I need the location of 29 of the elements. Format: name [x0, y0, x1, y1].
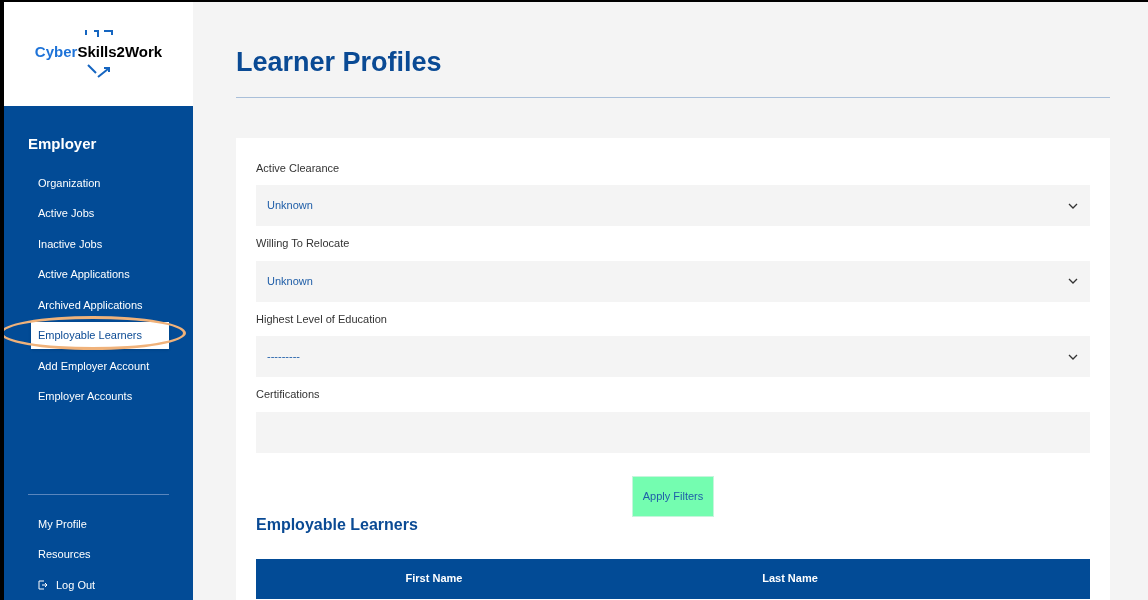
apply-filters-button[interactable]: Apply Filters — [631, 475, 715, 517]
sidebar-item[interactable]: Inactive Jobs — [4, 228, 193, 259]
field-label: Certifications — [256, 387, 321, 402]
sidebar-item[interactable]: Add Employer Account — [4, 350, 193, 381]
field-label: Willing To Relocate — [256, 236, 351, 251]
select-field[interactable]: --------- — [256, 336, 1090, 377]
field-label: Active Clearance — [256, 160, 341, 176]
column-header: Last Name — [761, 571, 819, 587]
chevron-down-icon — [1068, 278, 1078, 284]
page-title: Learner Profiles — [236, 46, 443, 79]
logout-icon — [38, 579, 48, 590]
sidebar-item[interactable]: My Profile — [4, 508, 193, 539]
sidebar-item[interactable]: Organization — [4, 167, 193, 198]
sidebar-item[interactable]: Archived Applications — [4, 289, 193, 320]
logo[interactable]: CyberSkills2Work — [4, 2, 193, 106]
section-title: Employable Learners — [256, 514, 419, 535]
column-header: First Name — [404, 571, 464, 587]
sidebar-item[interactable]: Log Out — [4, 569, 193, 600]
sidebar-item[interactable]: Employer Accounts — [4, 381, 193, 412]
chevron-down-icon — [1068, 202, 1078, 209]
chevron-down-icon — [1068, 353, 1078, 360]
sidebar-item[interactable]: Resources — [4, 539, 193, 570]
sidebar-item[interactable]: Employable Learners — [31, 322, 169, 349]
sidebar-item[interactable]: Active Applications — [4, 259, 193, 290]
sidebar-item[interactable]: Active Jobs — [4, 198, 193, 229]
sidebar-heading: Employer — [27, 134, 98, 154]
select-field[interactable]: Unknown — [256, 185, 1090, 226]
select-field[interactable]: Unknown — [256, 260, 1090, 302]
field-label: Highest Level of Education — [256, 311, 388, 327]
